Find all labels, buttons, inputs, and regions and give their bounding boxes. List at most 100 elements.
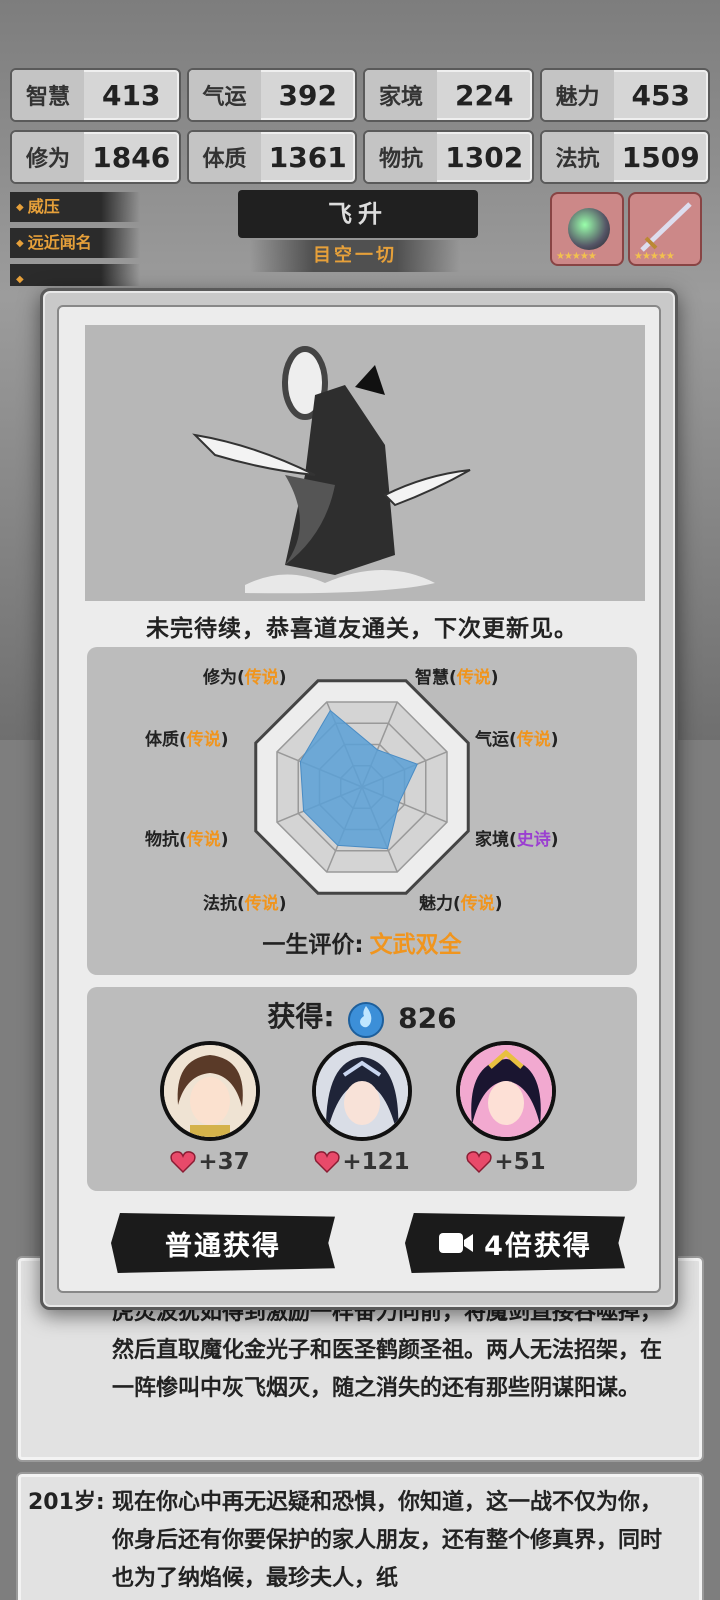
game-complete-dialog: 未完待续，恭喜道友通关，下次更新见。 智慧(传说) 气运(传说) 家境(史诗) … (40, 288, 678, 1310)
realm-subtitle: 目空一切 (250, 240, 460, 272)
evaluation-value: 文武双全 (369, 932, 462, 958)
paren: ) (550, 830, 559, 850)
stat-label: 家境 (365, 70, 437, 120)
realm-title: 飞升 (238, 190, 478, 238)
claim-4x-label: 4倍获得 (484, 1230, 592, 1262)
immortal-figure-illustration (192, 346, 471, 594)
paren: ) (220, 830, 229, 850)
affinity-value: +37 (198, 1149, 250, 1175)
axis-grade: 传说 (186, 830, 221, 850)
stat-value: 453 (631, 78, 690, 112)
paren: ( (237, 668, 245, 688)
claim-4x-video-button[interactable]: 4倍获得 (405, 1213, 625, 1273)
log-entry-age: 201岁: (28, 1490, 105, 1515)
companion-reward: +37 (155, 1041, 265, 1175)
paren: ) (278, 668, 287, 688)
companion-avatar[interactable] (456, 1041, 556, 1141)
companion-reward: +51 (451, 1041, 561, 1175)
paren: ) (494, 894, 503, 914)
log-entry-text: 虎灵波犹如得到激励一样奋力向前，将魔剑直接吞噬掉，然后直取魔化金光子和医圣鹤颜圣… (112, 1300, 663, 1401)
stat-value: 392 (278, 78, 337, 112)
paren: ( (179, 730, 187, 750)
trait-tag[interactable] (10, 264, 140, 286)
radar-label-cultivation: 修为(传说) (203, 663, 287, 688)
stat-value: 1302 (445, 140, 524, 174)
paren: ) (278, 894, 287, 914)
equipment-slot-sword[interactable]: ★★★★★ (628, 192, 702, 266)
radar-label-family: 家境(史诗) (475, 825, 559, 850)
companion-portrait-icon (460, 1045, 552, 1137)
stat-value: 1361 (268, 140, 347, 174)
affinity-value: +51 (494, 1149, 546, 1175)
stat-magic-resist: 法抗 1509 (539, 130, 710, 184)
paren: ) (490, 668, 499, 688)
stat-value: 1509 (621, 140, 700, 174)
axis-grade: 史诗 (516, 830, 551, 850)
stat-constitution: 体质 1361 (186, 130, 357, 184)
claim-normal-label: 普通获得 (165, 1230, 281, 1262)
stat-value: 224 (455, 78, 514, 112)
dialog-body: 未完待续，恭喜道友通关，下次更新见。 智慧(传说) 气运(传说) 家境(史诗) … (57, 305, 661, 1293)
companion-portrait-icon (316, 1045, 408, 1137)
axis-grade: 传说 (516, 730, 551, 750)
axis-grade: 传说 (244, 668, 279, 688)
stat-label: 气运 (188, 70, 261, 120)
affinity-value: +121 (342, 1149, 410, 1175)
stat-family: 家境 224 (363, 68, 534, 122)
axis-name: 气运 (475, 730, 509, 750)
completion-message: 未完待续，恭喜道友通关，下次更新见。 (146, 616, 578, 642)
affinity-gain: +121 (307, 1149, 417, 1175)
companion-avatar[interactable] (160, 1041, 260, 1141)
star-rating-icon: ★★★★★ (634, 251, 675, 262)
paren: ( (179, 830, 187, 850)
trait-tag-list: 威压 远近闻名 (10, 192, 140, 292)
paren: ( (237, 894, 245, 914)
mirror-icon (568, 208, 610, 250)
reward-label: 获得: (267, 1000, 335, 1033)
axis-name: 魅力 (419, 894, 453, 914)
paren: ( (453, 894, 461, 914)
life-evaluation: 一生评价: 文武双全 (87, 925, 637, 959)
axis-grade: 传说 (186, 730, 221, 750)
axis-name: 物抗 (145, 830, 179, 850)
heart-icon (466, 1151, 492, 1174)
radar-label-charm: 魅力(传说) (419, 889, 503, 914)
ascension-artwork (85, 325, 645, 601)
radar-label-physical-resist: 物抗(传说) (145, 825, 229, 850)
video-camera-icon (439, 1233, 474, 1253)
axis-name: 修为 (203, 668, 237, 688)
attribute-radar-chart (254, 679, 470, 895)
radar-label-magic-resist: 法抗(传说) (203, 889, 287, 914)
companion-avatar[interactable] (312, 1041, 412, 1141)
stat-label: 体质 (188, 132, 261, 182)
stat-wisdom: 智慧 413 (10, 68, 181, 122)
radar-label-wisdom: 智慧(传说) (415, 663, 499, 688)
paren: ( (509, 830, 517, 850)
companion-portrait-icon (164, 1045, 256, 1137)
reward-amount: 826 (398, 1001, 457, 1035)
axis-name: 体质 (145, 730, 179, 750)
companion-reward: +121 (307, 1041, 417, 1175)
claim-normal-button[interactable]: 普通获得 (111, 1213, 335, 1273)
axis-grade: 传说 (244, 894, 279, 914)
log-entry-text: 现在你心中再无迟疑和恐惧，你知道，这一战不仅为你，你身后还有你要保护的家人朋友，… (112, 1490, 663, 1591)
axis-grade: 传说 (460, 894, 495, 914)
stat-luck: 气运 392 (186, 68, 357, 122)
star-rating-icon: ★★★★★ (556, 251, 597, 262)
axis-name: 法抗 (203, 894, 237, 914)
evaluation-label: 一生评价: (262, 932, 364, 958)
stat-physical-resist: 物抗 1302 (363, 130, 534, 184)
trait-tag[interactable]: 威压 (10, 192, 140, 222)
stat-label: 物抗 (365, 132, 437, 182)
paren: ) (220, 730, 229, 750)
stat-charm: 魅力 453 (539, 68, 710, 122)
paren: ( (509, 730, 517, 750)
stat-cultivation: 修为 1846 (10, 130, 181, 184)
axis-name: 智慧 (415, 668, 449, 688)
equipment-slot-mirror[interactable]: ★★★★★ (550, 192, 624, 266)
attribute-radar-panel: 智慧(传说) 气运(传说) 家境(史诗) 魅力(传说) 法抗(传说) 物抗(传说… (87, 647, 637, 975)
log-entry: 201岁: 现在你心中再无迟疑和恐惧，你知道，这一战不仅为你，你身后还有你要保护… (16, 1472, 704, 1600)
paren: ( (449, 668, 457, 688)
trait-tag[interactable]: 远近闻名 (10, 228, 140, 258)
affinity-gain: +37 (155, 1149, 265, 1175)
